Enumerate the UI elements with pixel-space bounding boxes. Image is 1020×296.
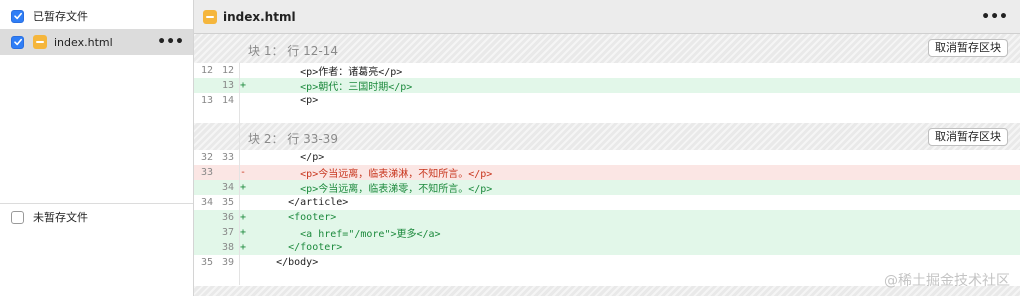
hunk-header: 块 1： 行 12-14 取消暂存区块 [194,34,1020,63]
staged-files-header[interactable]: 已暂存文件 [0,3,193,29]
new-line-number: 35 [221,197,234,208]
unstage-hunk-button[interactable]: 取消暂存区块 [928,39,1008,57]
new-line-number: 37 [221,227,234,238]
old-line-number: 32 [200,152,213,163]
html-file-icon [203,9,217,24]
code-text: <p>今当远离，临表涕淋，不知所言。</p> [252,169,493,180]
code-text: <p>朝代：三国时期</p> [252,82,413,93]
diff-panel: index.html ••• 块 1： 行 12-14 取消暂存区块 12 12… [194,0,1020,296]
diff-sign: + [240,212,247,223]
code-text: <p> [252,95,319,106]
diff-sign: - [240,167,247,178]
staged-file-item[interactable]: index.html ••• [0,29,193,55]
old-line-number: 13 [200,95,213,106]
diff-header: index.html ••• [194,0,1020,34]
new-line-number: 34 [221,182,234,193]
staged-file-name: index.html [54,35,113,49]
diff-line-added: 36 + <footer> [194,210,1020,225]
new-line-number: 36 [221,212,234,223]
diff-sign: + [240,242,247,253]
code-text: </p> [252,152,325,163]
code-text: <a href="/more">更多</a> [252,229,441,240]
staged-checkbox[interactable] [11,9,24,23]
diff-line-added: 37 + <a href="/more">更多</a> [194,225,1020,240]
gutter-divider [239,63,240,285]
old-line-number: 33 [200,167,213,178]
diff-line-removed: 33 - <p>今当远离，临表涕淋，不知所言。</p> [194,165,1020,180]
new-line-number: 38 [221,242,234,253]
staged-files-label: 已暂存文件 [33,10,88,23]
watermark: @稀土掘金技术社区 [884,273,1010,289]
old-line-number: 12 [200,65,213,76]
new-line-number: 33 [221,152,234,163]
old-line-number: 34 [200,197,213,208]
hunk-title: 块 1： 行 12-14 [248,44,338,58]
new-line-number: 12 [221,65,234,76]
code-text: </article> [252,197,349,208]
diff-sign: + [240,80,247,91]
html-file-icon [33,35,47,49]
diff-line: 32 33 </p> [194,150,1020,165]
hunk-header: 块 2： 行 33-39 取消暂存区块 [194,123,1020,150]
diff-line: 13 14 <p> [194,93,1020,108]
diff-sign: + [240,182,247,193]
unstaged-files-header[interactable]: 未暂存文件 [0,204,193,230]
new-line-number: 39 [221,257,234,268]
sidebar: 已暂存文件 index.html ••• 未暂存文件 [0,0,194,296]
code-text: </body> [252,257,319,268]
diff-line: 12 12 <p>作者：诸葛亮</p> [194,63,1020,78]
code-text: <p>今当远离，临表涕零，不知所言。</p> [252,184,493,195]
code-text: </footer> [252,242,343,253]
diff-more-button[interactable]: ••• [981,10,1008,24]
file-more-button[interactable]: ••• [157,35,184,49]
unstaged-checkbox[interactable] [11,210,24,224]
diff-spacer [194,108,1020,123]
code-text: <footer> [252,212,337,223]
new-line-number: 13 [221,80,234,91]
unstaged-files-label: 未暂存文件 [33,211,88,224]
new-line-number: 14 [221,95,234,106]
code-text: <p>作者：诸葛亮</p> [252,67,403,78]
file-checkbox[interactable] [11,35,24,49]
diff-line-added: 34 + <p>今当远离，临表涕零，不知所言。</p> [194,180,1020,195]
diff-line-added: 13 + <p>朝代：三国时期</p> [194,78,1020,93]
diff-line-added: 38 + </footer> [194,240,1020,255]
unstage-hunk-button[interactable]: 取消暂存区块 [928,128,1008,146]
old-line-number: 35 [200,257,213,268]
diff-file-title: index.html [223,9,296,24]
diff-sign: + [240,227,247,238]
diff-line: 35 39 </body> [194,255,1020,270]
diff-line: 34 35 </article> [194,195,1020,210]
hunk-title: 块 2： 行 33-39 [248,132,338,146]
